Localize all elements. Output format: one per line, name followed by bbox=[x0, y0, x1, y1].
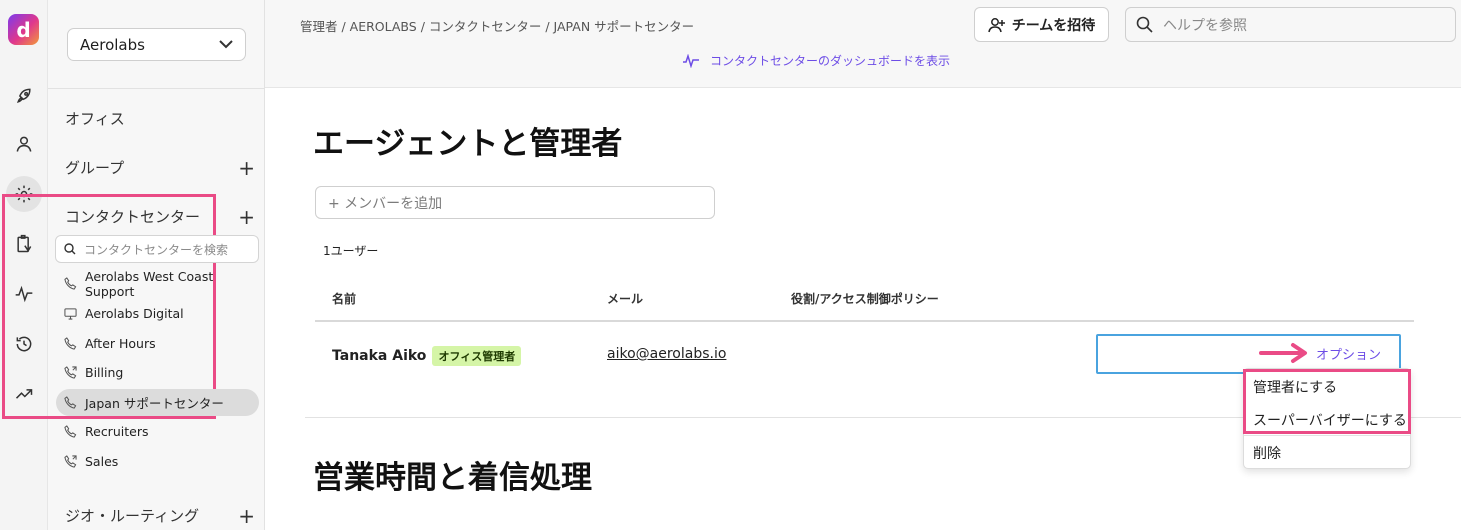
activity-icon bbox=[683, 53, 699, 68]
column-header-email: メール bbox=[607, 292, 644, 306]
user-email-link[interactable]: aiko@aerolabs.io bbox=[607, 346, 726, 362]
column-header-role: 役割/アクセス制御ポリシー bbox=[791, 292, 939, 306]
sidebar-item-label: Recruiters bbox=[85, 424, 149, 439]
sidebar-section-geo-routing-label: ジオ・ルーティング bbox=[65, 507, 200, 525]
phone-icon bbox=[64, 277, 77, 290]
status-badge: オフィス管理者 bbox=[432, 346, 522, 366]
top-header: 管理者 / AEROLABS / コンタクトセンター / JAPAN サポートセ… bbox=[265, 0, 1461, 88]
sidebar-section-geo-routing[interactable]: ジオ・ルーティング + bbox=[65, 505, 255, 526]
search-icon bbox=[64, 243, 76, 255]
dashboard-link[interactable]: コンタクトセンターのダッシュボードを表示 bbox=[682, 52, 950, 69]
sidebar-section-contact-center-label: コンタクトセンター bbox=[65, 208, 201, 226]
scrollbar[interactable] bbox=[1452, 300, 1458, 530]
sidebar-item-label: Sales bbox=[85, 454, 119, 469]
contact-center-search-input[interactable]: コンタクトセンターを検索 bbox=[55, 235, 259, 263]
phone-icon bbox=[64, 337, 77, 350]
phone-icon bbox=[64, 396, 77, 409]
add-group-icon[interactable]: + bbox=[238, 158, 255, 178]
contact-center-search-placeholder: コンタクトセンターを検索 bbox=[84, 242, 229, 257]
options-button[interactable]: オプション bbox=[1316, 344, 1381, 363]
arrow-right-icon bbox=[1259, 343, 1307, 363]
add-user-icon bbox=[987, 17, 1005, 32]
menu-item-delete[interactable]: 削除 bbox=[1253, 443, 1281, 463]
rocket-icon[interactable] bbox=[6, 78, 42, 114]
phone-forward-icon bbox=[64, 455, 77, 468]
org-select[interactable]: Aerolabs bbox=[67, 28, 246, 61]
sidebar-item-label: After Hours bbox=[85, 336, 156, 351]
breadcrumb: 管理者 / AEROLABS / コンタクトセンター / JAPAN サポートセ… bbox=[300, 19, 695, 34]
sidebar-item-sales[interactable]: Sales bbox=[56, 448, 259, 475]
sidebar-section-office-label: オフィス bbox=[65, 110, 125, 128]
sidebar-item-aerolabs-digital[interactable]: Aerolabs Digital bbox=[56, 300, 259, 327]
sidebar-item-west-coast-support[interactable]: Aerolabs West Coast Support bbox=[56, 268, 259, 299]
invite-team-label: チームを招待 bbox=[1011, 17, 1096, 34]
sidebar-item-billing[interactable]: Billing bbox=[56, 359, 259, 386]
menu-highlight-box bbox=[1243, 369, 1411, 434]
search-icon bbox=[1136, 16, 1153, 33]
section-title-business-hours: 営業時間と着信処理 bbox=[313, 460, 592, 496]
app-logo[interactable]: d bbox=[8, 14, 39, 45]
phone-forward-icon bbox=[64, 366, 77, 379]
user-name: Tanaka Aiko bbox=[332, 348, 427, 364]
sidebar-item-label: Japan サポートセンター bbox=[85, 396, 224, 411]
add-contact-center-icon[interactable]: + bbox=[238, 207, 255, 227]
column-header-name: 名前 bbox=[332, 292, 357, 306]
add-geo-routing-icon[interactable]: + bbox=[238, 506, 255, 526]
sidebar-item-after-hours[interactable]: After Hours bbox=[56, 330, 259, 357]
person-icon[interactable] bbox=[6, 126, 42, 162]
page-title: エージェントと管理者 bbox=[313, 126, 623, 162]
sidebar-divider bbox=[48, 88, 265, 89]
sidebar-section-office[interactable]: オフィス bbox=[65, 108, 255, 129]
sidebar-section-group-label: グループ bbox=[65, 159, 125, 177]
chevron-down-icon bbox=[219, 40, 233, 49]
user-count: 1ユーザー bbox=[323, 244, 379, 258]
invite-team-button[interactable]: チームを招待 bbox=[974, 7, 1109, 42]
dashboard-link-label: コンタクトセンターのダッシュボードを表示 bbox=[710, 54, 951, 68]
table-row-name: Tanaka Aiko オフィス管理者 bbox=[332, 346, 522, 366]
table-header-divider bbox=[315, 320, 1414, 322]
help-search-placeholder: ヘルプを参照 bbox=[1163, 17, 1247, 34]
sidebar-item-recruiters[interactable]: Recruiters bbox=[56, 418, 259, 445]
menu-divider bbox=[1244, 435, 1410, 436]
sidebar-item-japan-support[interactable]: Japan サポートセンター bbox=[56, 389, 259, 416]
phone-icon bbox=[64, 425, 77, 438]
add-member-input[interactable]: + メンバーを追加 bbox=[315, 186, 715, 219]
sidebar-item-label: Billing bbox=[85, 365, 124, 380]
monitor-icon bbox=[64, 308, 77, 320]
org-select-value: Aerolabs bbox=[80, 35, 145, 54]
sidebar-item-label: Aerolabs Digital bbox=[85, 306, 184, 321]
help-search-input[interactable]: ヘルプを参照 bbox=[1125, 7, 1456, 42]
sidebar-item-label: Aerolabs West Coast Support bbox=[85, 268, 214, 299]
add-member-placeholder: + メンバーを追加 bbox=[328, 195, 443, 212]
sidebar-section-contact-center[interactable]: コンタクトセンター + bbox=[65, 206, 255, 227]
sidebar-section-group[interactable]: グループ + bbox=[65, 157, 255, 178]
logo-letter: d bbox=[16, 17, 31, 42]
